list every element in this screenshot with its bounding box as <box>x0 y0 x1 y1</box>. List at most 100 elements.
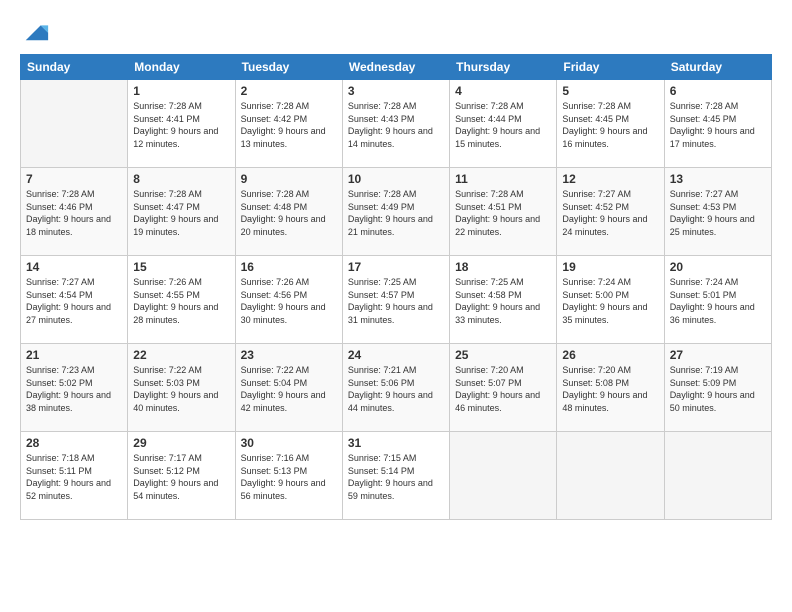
day-info: Sunrise: 7:24 AM Sunset: 5:01 PM Dayligh… <box>670 276 766 326</box>
day-info: Sunrise: 7:26 AM Sunset: 4:56 PM Dayligh… <box>241 276 337 326</box>
day-number: 6 <box>670 84 766 98</box>
day-info: Sunrise: 7:27 AM Sunset: 4:54 PM Dayligh… <box>26 276 122 326</box>
table-row: 29 Sunrise: 7:17 AM Sunset: 5:12 PM Dayli… <box>128 432 235 520</box>
table-row <box>664 432 771 520</box>
day-number: 30 <box>241 436 337 450</box>
table-row: 21 Sunrise: 7:23 AM Sunset: 5:02 PM Dayli… <box>21 344 128 432</box>
day-number: 8 <box>133 172 229 186</box>
table-row <box>21 80 128 168</box>
table-row: 13 Sunrise: 7:27 AM Sunset: 4:53 PM Dayli… <box>664 168 771 256</box>
table-row: 22 Sunrise: 7:22 AM Sunset: 5:03 PM Dayli… <box>128 344 235 432</box>
header-thursday: Thursday <box>450 55 557 80</box>
day-info: Sunrise: 7:27 AM Sunset: 4:52 PM Dayligh… <box>562 188 658 238</box>
table-row: 27 Sunrise: 7:19 AM Sunset: 5:09 PM Dayli… <box>664 344 771 432</box>
day-number: 12 <box>562 172 658 186</box>
table-row: 31 Sunrise: 7:15 AM Sunset: 5:14 PM Dayli… <box>342 432 449 520</box>
day-info: Sunrise: 7:27 AM Sunset: 4:53 PM Dayligh… <box>670 188 766 238</box>
table-row: 23Sunrise: 7:22 AM Sunset: 5:04 PM Dayli… <box>235 344 342 432</box>
table-row: 5 Sunrise: 7:28 AM Sunset: 4:45 PM Daylig… <box>557 80 664 168</box>
day-info: Sunrise: 7:28 AM Sunset: 4:47 PM Dayligh… <box>133 188 229 238</box>
table-row: 28 Sunrise: 7:18 AM Sunset: 5:11 PM Dayli… <box>21 432 128 520</box>
header-sunday: Sunday <box>21 55 128 80</box>
table-row: 25 Sunrise: 7:20 AM Sunset: 5:07 PM Dayli… <box>450 344 557 432</box>
day-info: Sunrise: 7:26 AM Sunset: 4:55 PM Dayligh… <box>133 276 229 326</box>
table-row: 10 Sunrise: 7:28 AM Sunset: 4:49 PM Dayli… <box>342 168 449 256</box>
table-row: 20 Sunrise: 7:24 AM Sunset: 5:01 PM Dayli… <box>664 256 771 344</box>
table-row: 16 Sunrise: 7:26 AM Sunset: 4:56 PM Dayli… <box>235 256 342 344</box>
day-number: 14 <box>26 260 122 274</box>
day-info: Sunrise: 7:28 AM Sunset: 4:44 PM Dayligh… <box>455 100 551 150</box>
day-info: Sunrise: 7:25 AM Sunset: 4:57 PM Dayligh… <box>348 276 444 326</box>
day-info: Sunrise: 7:20 AM Sunset: 5:07 PM Dayligh… <box>455 364 551 414</box>
table-row: 6 Sunrise: 7:28 AM Sunset: 4:45 PM Daylig… <box>664 80 771 168</box>
table-row: 12 Sunrise: 7:27 AM Sunset: 4:52 PM Dayli… <box>557 168 664 256</box>
header-tuesday: Tuesday <box>235 55 342 80</box>
header-monday: Monday <box>128 55 235 80</box>
day-info: Sunrise: 7:25 AM Sunset: 4:58 PM Dayligh… <box>455 276 551 326</box>
day-number: 21 <box>26 348 122 362</box>
table-row: 24 Sunrise: 7:21 AM Sunset: 5:06 PM Dayli… <box>342 344 449 432</box>
day-info: Sunrise: 7:28 AM Sunset: 4:46 PM Dayligh… <box>26 188 122 238</box>
table-row: 19Sunrise: 7:24 AM Sunset: 5:00 PM Dayli… <box>557 256 664 344</box>
day-number: 19 <box>562 260 658 274</box>
page: Sunday Monday Tuesday Wednesday Thursday… <box>0 0 792 612</box>
table-row: 4Sunrise: 7:28 AM Sunset: 4:44 PM Daylig… <box>450 80 557 168</box>
day-number: 10 <box>348 172 444 186</box>
day-number: 31 <box>348 436 444 450</box>
day-info: Sunrise: 7:20 AM Sunset: 5:08 PM Dayligh… <box>562 364 658 414</box>
table-row: 1 Sunrise: 7:28 AM Sunset: 4:41 PM Daylig… <box>128 80 235 168</box>
day-number: 23 <box>241 348 337 362</box>
logo <box>20 16 50 44</box>
day-number: 20 <box>670 260 766 274</box>
day-info: Sunrise: 7:16 AM Sunset: 5:13 PM Dayligh… <box>241 452 337 502</box>
day-number: 5 <box>562 84 658 98</box>
day-number: 1 <box>133 84 229 98</box>
day-info: Sunrise: 7:28 AM Sunset: 4:41 PM Dayligh… <box>133 100 229 150</box>
day-number: 9 <box>241 172 337 186</box>
table-row: 14 Sunrise: 7:27 AM Sunset: 4:54 PM Dayli… <box>21 256 128 344</box>
day-number: 25 <box>455 348 551 362</box>
day-info: Sunrise: 7:17 AM Sunset: 5:12 PM Dayligh… <box>133 452 229 502</box>
day-info: Sunrise: 7:23 AM Sunset: 5:02 PM Dayligh… <box>26 364 122 414</box>
day-info: Sunrise: 7:18 AM Sunset: 5:11 PM Dayligh… <box>26 452 122 502</box>
calendar-week-row: 1 Sunrise: 7:28 AM Sunset: 4:41 PM Daylig… <box>21 80 772 168</box>
day-number: 11 <box>455 172 551 186</box>
table-row: 11 Sunrise: 7:28 AM Sunset: 4:51 PM Dayli… <box>450 168 557 256</box>
day-number: 22 <box>133 348 229 362</box>
calendar-header-row: Sunday Monday Tuesday Wednesday Thursday… <box>21 55 772 80</box>
calendar-table: Sunday Monday Tuesday Wednesday Thursday… <box>20 54 772 520</box>
day-info: Sunrise: 7:28 AM Sunset: 4:45 PM Dayligh… <box>562 100 658 150</box>
day-number: 17 <box>348 260 444 274</box>
logo-icon <box>22 16 50 44</box>
table-row: 8 Sunrise: 7:28 AM Sunset: 4:47 PM Daylig… <box>128 168 235 256</box>
table-row: 3Sunrise: 7:28 AM Sunset: 4:43 PM Daylig… <box>342 80 449 168</box>
day-number: 24 <box>348 348 444 362</box>
calendar-week-row: 21 Sunrise: 7:23 AM Sunset: 5:02 PM Dayli… <box>21 344 772 432</box>
table-row: 26Sunrise: 7:20 AM Sunset: 5:08 PM Dayli… <box>557 344 664 432</box>
header <box>20 16 772 44</box>
day-number: 27 <box>670 348 766 362</box>
table-row: 15 Sunrise: 7:26 AM Sunset: 4:55 PM Dayli… <box>128 256 235 344</box>
calendar-week-row: 14 Sunrise: 7:27 AM Sunset: 4:54 PM Dayli… <box>21 256 772 344</box>
day-info: Sunrise: 7:28 AM Sunset: 4:48 PM Dayligh… <box>241 188 337 238</box>
calendar-week-row: 7 Sunrise: 7:28 AM Sunset: 4:46 PM Daylig… <box>21 168 772 256</box>
table-row <box>450 432 557 520</box>
day-info: Sunrise: 7:28 AM Sunset: 4:45 PM Dayligh… <box>670 100 766 150</box>
day-info: Sunrise: 7:22 AM Sunset: 5:03 PM Dayligh… <box>133 364 229 414</box>
day-info: Sunrise: 7:28 AM Sunset: 4:49 PM Dayligh… <box>348 188 444 238</box>
day-info: Sunrise: 7:19 AM Sunset: 5:09 PM Dayligh… <box>670 364 766 414</box>
day-number: 15 <box>133 260 229 274</box>
table-row: 2Sunrise: 7:28 AM Sunset: 4:42 PM Daylig… <box>235 80 342 168</box>
table-row: 18Sunrise: 7:25 AM Sunset: 4:58 PM Dayli… <box>450 256 557 344</box>
day-info: Sunrise: 7:15 AM Sunset: 5:14 PM Dayligh… <box>348 452 444 502</box>
day-number: 16 <box>241 260 337 274</box>
day-number: 13 <box>670 172 766 186</box>
calendar-week-row: 28 Sunrise: 7:18 AM Sunset: 5:11 PM Dayli… <box>21 432 772 520</box>
day-info: Sunrise: 7:21 AM Sunset: 5:06 PM Dayligh… <box>348 364 444 414</box>
day-info: Sunrise: 7:28 AM Sunset: 4:43 PM Dayligh… <box>348 100 444 150</box>
day-info: Sunrise: 7:28 AM Sunset: 4:51 PM Dayligh… <box>455 188 551 238</box>
table-row: 17 Sunrise: 7:25 AM Sunset: 4:57 PM Dayli… <box>342 256 449 344</box>
day-number: 28 <box>26 436 122 450</box>
day-number: 29 <box>133 436 229 450</box>
day-number: 7 <box>26 172 122 186</box>
